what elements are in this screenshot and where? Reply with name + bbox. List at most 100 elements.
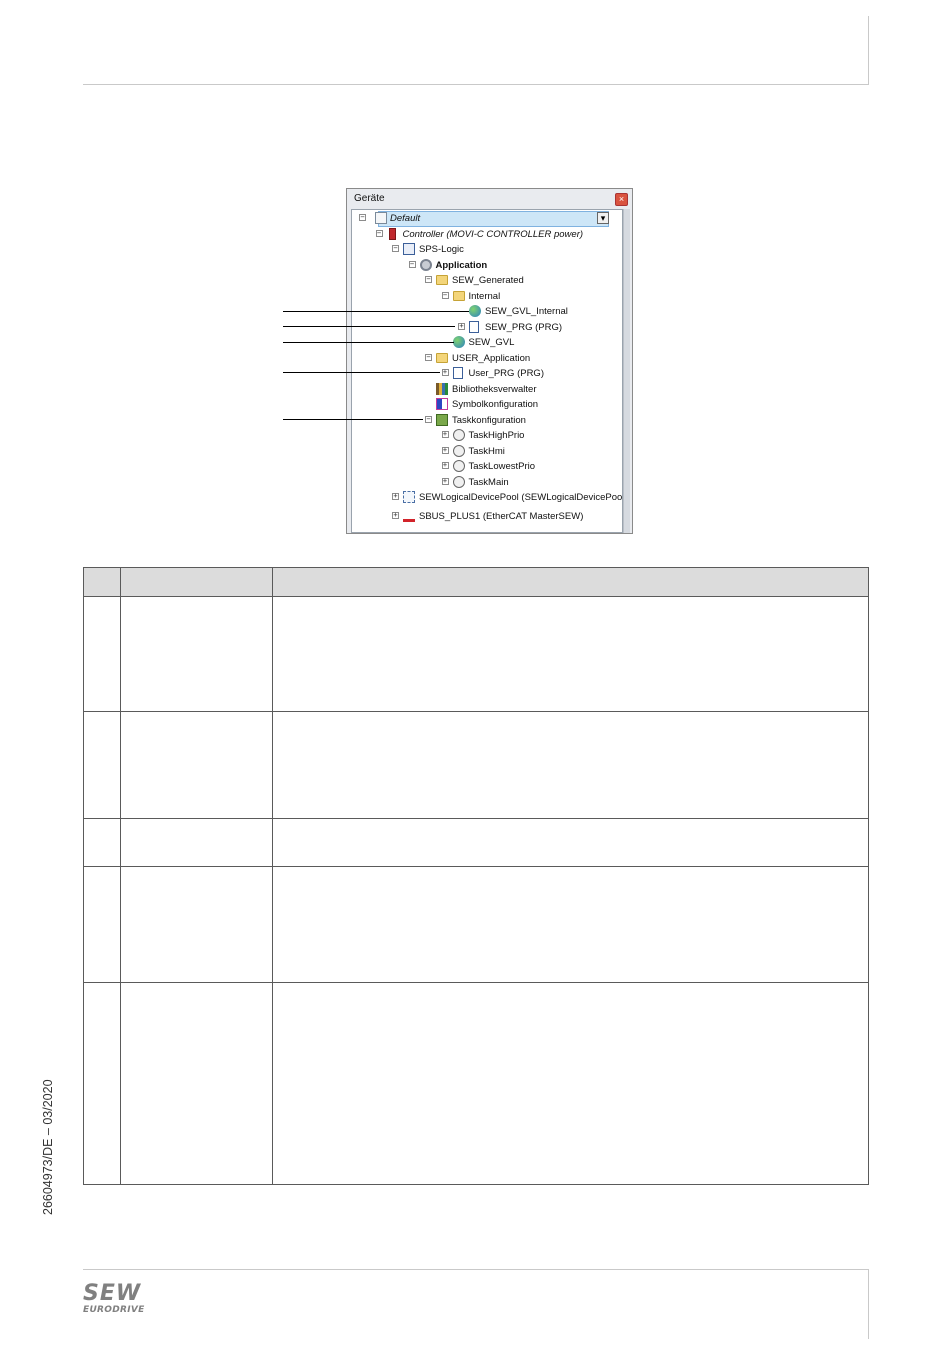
expand-icon[interactable]: + <box>441 462 449 469</box>
table-border-bottom <box>83 1184 869 1185</box>
tree-node-label: Application <box>435 260 488 271</box>
tree-node-label: SEWLogicalDevicePool (SEWLogicalDevicePo… <box>419 492 623 503</box>
header-rule <box>83 84 869 85</box>
tree-node[interactable]: + SBUS_PLUS1 (EtherCAT MasterSEW) <box>352 510 620 524</box>
globe-icon <box>469 305 481 317</box>
folder-icon <box>436 275 448 285</box>
dropdown-icon[interactable]: ▾ <box>597 212 609 224</box>
callout-line-3 <box>283 342 454 343</box>
tree-node[interactable]: + TaskLowestPrio <box>352 460 620 474</box>
tree-node[interactable]: − Taskkonfiguration <box>352 414 620 428</box>
device-tree: − Default − Controller (MOVI-C CONTROLLER p… <box>351 209 623 533</box>
task-icon <box>452 445 465 457</box>
tree-node-label: SPS-Logic <box>419 244 464 255</box>
callout-line-4 <box>283 372 440 373</box>
project-icon <box>375 212 387 224</box>
table-header-bottom <box>83 596 869 597</box>
tree-node[interactable]: − Default <box>359 211 609 227</box>
table-col-divider <box>272 567 273 1185</box>
device-pool-icon <box>403 491 415 503</box>
table-row-divider <box>83 866 869 867</box>
footer-rule <box>83 1269 869 1270</box>
tree-node[interactable]: − USER_Application <box>352 352 620 366</box>
folder-icon <box>452 291 465 301</box>
table-header <box>83 567 869 596</box>
symbol-config-icon <box>436 398 448 410</box>
task-icon <box>452 429 465 441</box>
tree-node-label: TaskMain <box>468 477 509 488</box>
tree-node-label: USER_Application <box>452 353 531 364</box>
callout-line-2 <box>283 326 455 327</box>
tree-node[interactable]: + TaskHighPrio <box>352 429 620 443</box>
table-row-divider <box>83 982 869 983</box>
tree-node-label: Controller (MOVI-C CONTROLLER power) <box>402 229 584 240</box>
tree-node-label: Taskkonfiguration <box>452 415 526 426</box>
logo-subline: EURODRIVE <box>83 1305 145 1315</box>
collapse-icon[interactable]: − <box>408 261 416 268</box>
program-icon <box>469 321 479 333</box>
tree-node-label: TaskLowestPrio <box>468 461 536 472</box>
tree-node[interactable]: Symbolkonfiguration <box>352 398 620 412</box>
folder-icon <box>436 353 448 363</box>
tree-node[interactable]: + SEW_PRG (PRG) <box>352 321 620 335</box>
tree-node[interactable]: − Application <box>352 259 620 273</box>
table-row-divider <box>83 711 869 712</box>
tree-node[interactable]: + User_PRG (PRG) <box>352 367 620 381</box>
tree-node-label: SEW_GVL <box>468 337 515 348</box>
plc-logic-icon <box>403 243 415 255</box>
task-icon <box>452 460 465 472</box>
task-icon <box>452 476 465 488</box>
tree-node[interactable]: − SPS-Logic <box>352 243 620 257</box>
table-border-left <box>83 567 84 1185</box>
tree-node-label: SEW_PRG (PRG) <box>485 322 563 333</box>
description-table <box>83 567 869 1185</box>
collapse-icon[interactable]: − <box>441 292 449 299</box>
tree-node[interactable]: − Controller (MOVI-C CONTROLLER power) <box>352 228 620 242</box>
tree-node-label: TaskHighPrio <box>468 430 525 441</box>
tree-node-label: TaskHmi <box>468 446 505 457</box>
collapse-icon[interactable]: − <box>392 245 399 252</box>
expand-icon[interactable]: + <box>441 431 449 438</box>
footer-margin-line <box>868 1269 869 1339</box>
tree-node[interactable]: + SEWLogicalDevicePool (SEWLogicalDeviceP… <box>352 491 623 505</box>
tree-node[interactable]: − Internal <box>352 290 620 304</box>
tree-node-label: Bibliotheksverwalter <box>452 384 537 395</box>
collapse-icon[interactable]: − <box>425 276 432 283</box>
expand-icon[interactable]: + <box>441 447 449 454</box>
header-margin-line <box>868 16 869 85</box>
table-border-right <box>868 567 869 1185</box>
gear-icon <box>419 259 432 271</box>
expand-icon[interactable]: + <box>458 323 465 330</box>
tree-node-label: Internal <box>468 291 501 302</box>
document-number: 26604973/DE – 03/2020 <box>41 1079 55 1215</box>
task-config-icon <box>436 414 448 426</box>
tree-node[interactable]: SEW_GVL_Internal <box>352 305 620 319</box>
collapse-icon[interactable]: − <box>425 354 432 361</box>
close-icon[interactable]: × <box>615 193 628 206</box>
collapse-icon[interactable]: − <box>359 214 366 221</box>
callout-line-1 <box>283 311 469 312</box>
expand-icon[interactable]: + <box>392 493 399 500</box>
collapse-icon[interactable]: − <box>425 416 432 423</box>
table-col-divider <box>120 567 121 1185</box>
library-icon <box>436 383 448 395</box>
scrollbar[interactable] <box>623 209 630 533</box>
tree-node[interactable]: + TaskHmi <box>352 445 620 459</box>
devices-panel: Geräte × − Default − Controller (MOVI-C CON… <box>346 188 633 534</box>
expand-icon[interactable]: + <box>441 478 449 485</box>
tree-node[interactable]: SEW_GVL <box>352 336 620 350</box>
globe-icon <box>452 336 465 348</box>
expand-icon[interactable]: + <box>441 369 449 376</box>
collapse-icon[interactable]: − <box>375 230 383 237</box>
expand-icon[interactable]: + <box>392 512 399 519</box>
tree-node-label: User_PRG (PRG) <box>468 368 544 379</box>
tree-node[interactable]: Bibliotheksverwalter <box>352 383 620 397</box>
callout-line-5 <box>283 419 423 420</box>
tree-node-label: SBUS_PLUS1 (EtherCAT MasterSEW) <box>419 511 584 522</box>
tree-node[interactable]: − SEW_Generated <box>352 274 620 288</box>
sew-logo: SEW EURODRIVE <box>83 1283 155 1317</box>
controller-icon <box>388 228 396 240</box>
tree-node[interactable]: + TaskMain <box>352 476 620 490</box>
ethercat-icon <box>403 510 415 522</box>
table-row-divider <box>83 818 869 819</box>
